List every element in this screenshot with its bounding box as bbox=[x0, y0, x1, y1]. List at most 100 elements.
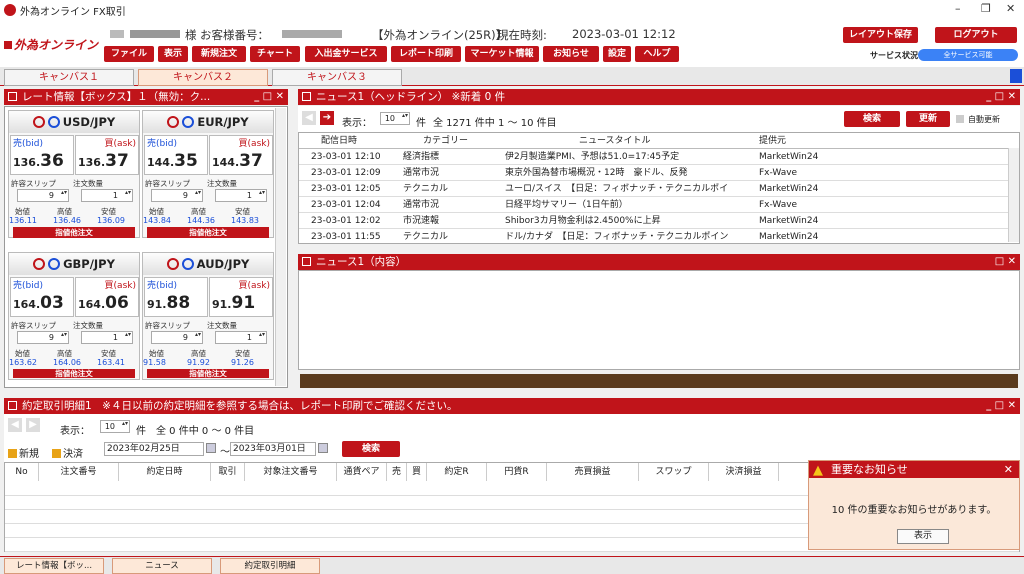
qty-stepper[interactable]: 1 bbox=[215, 331, 267, 344]
ask-button[interactable]: 買(ask) 91.91 bbox=[209, 277, 273, 317]
trade-column-header[interactable]: 売買損益 bbox=[547, 463, 639, 481]
menu-new-order[interactable]: 新規注文 bbox=[192, 46, 246, 62]
slip-stepper[interactable]: 9 bbox=[17, 189, 69, 202]
news-refresh-button[interactable]: 更新 bbox=[906, 111, 950, 127]
notice-title: 重要なお知らせ bbox=[831, 463, 908, 476]
ask-button[interactable]: 買(ask) 164.06 bbox=[75, 277, 139, 317]
news-column-header[interactable]: 提供元 bbox=[759, 133, 786, 149]
close-button[interactable]: ✕ bbox=[1006, 2, 1015, 15]
trade-column-header[interactable]: 取引 bbox=[211, 463, 245, 481]
news-row[interactable]: 23-03-01 12:02 市況速報 Shibor3カ月物金利は2.4500%に上… bbox=[299, 213, 1009, 229]
low-value: 136.09 bbox=[97, 216, 125, 225]
news-scrollbar[interactable] bbox=[1008, 148, 1019, 242]
tab-canvas-2[interactable]: キャンバス２ bbox=[138, 69, 268, 86]
news-row[interactable]: 23-03-01 11:55 テクニカル ドル/カナダ 【日足：フィボナッチ・テクニ… bbox=[299, 229, 1009, 243]
menu-market-info[interactable]: マーケット情報 bbox=[465, 46, 539, 62]
limit-order-button[interactable]: 指値他注文 bbox=[147, 227, 269, 238]
minimize-button[interactable]: – bbox=[955, 2, 961, 15]
calendar-icon[interactable] bbox=[206, 443, 216, 453]
date-to-input[interactable]: 2023年03月01日 bbox=[230, 442, 316, 456]
customer-label: お客様番号： bbox=[200, 28, 269, 42]
date-from-input[interactable]: 2023年02月25日 bbox=[104, 442, 204, 456]
ask-button[interactable]: 買(ask) 144.37 bbox=[209, 135, 273, 175]
masked-customer-id bbox=[282, 30, 342, 38]
qty-label: 注文数量 bbox=[73, 321, 103, 330]
menu-chart[interactable]: チャート bbox=[250, 46, 300, 62]
limit-order-button[interactable]: 指値他注文 bbox=[13, 369, 135, 378]
trade-search-button[interactable]: 検索 bbox=[342, 441, 400, 457]
news-cell: MarketWin24 bbox=[759, 216, 819, 226]
next-page-icon[interactable]: ➔ bbox=[320, 111, 334, 125]
layout-save-button[interactable]: レイアウト保存 bbox=[843, 27, 918, 43]
rate-panel-controls[interactable]: _ □ ✕ bbox=[254, 89, 284, 105]
qty-stepper[interactable]: 1 bbox=[215, 189, 267, 202]
calendar-icon[interactable] bbox=[318, 443, 328, 453]
bottom-tab-trades[interactable]: 約定取引明細 bbox=[220, 558, 320, 574]
tab-canvas-1[interactable]: キャンバス１ bbox=[4, 69, 134, 86]
news-row[interactable]: 23-03-01 12:10 経済指標 伊2月製造業PMI、予想は51.0=17:4… bbox=[299, 149, 1009, 165]
news-count-stepper[interactable]: 10 bbox=[380, 112, 410, 125]
menu-help[interactable]: ヘルプ bbox=[635, 46, 679, 62]
notice-show-button[interactable]: 表示 bbox=[897, 529, 949, 544]
bid-button[interactable]: 売(bid) 136.36 bbox=[10, 135, 74, 175]
trade-next-icon[interactable]: ▶ bbox=[26, 418, 40, 432]
ask-button[interactable]: 買(ask) 136.37 bbox=[75, 135, 139, 175]
trade-column-header[interactable]: 買 bbox=[407, 463, 427, 481]
trade-column-header[interactable]: 対象注文番号 bbox=[245, 463, 337, 481]
bottom-tab-news[interactable]: ニュース bbox=[112, 558, 212, 574]
trade-prev-icon[interactable]: ◀ bbox=[8, 418, 22, 432]
notice-close-icon[interactable]: ✕ bbox=[1004, 461, 1013, 478]
slip-stepper[interactable]: 9 bbox=[17, 331, 69, 344]
trade-column-header[interactable]: 売 bbox=[387, 463, 407, 481]
news-column-header[interactable]: カテゴリー bbox=[423, 133, 468, 149]
qty-stepper[interactable]: 1 bbox=[81, 331, 133, 344]
bid-price-prefix: 144. bbox=[147, 156, 175, 169]
trade-row bbox=[5, 551, 1019, 552]
trade-column-header[interactable]: 注文番号 bbox=[39, 463, 119, 481]
trade-column-header[interactable]: 約定日時 bbox=[119, 463, 211, 481]
menu-file[interactable]: ファイル bbox=[104, 46, 154, 62]
auto-refresh-checkbox[interactable] bbox=[956, 115, 964, 123]
trade-column-header[interactable]: 通貨ペア bbox=[337, 463, 387, 481]
qty-stepper[interactable]: 1 bbox=[81, 189, 133, 202]
trade-column-header[interactable]: 決済損益 bbox=[709, 463, 779, 481]
news-row[interactable]: 23-03-01 12:04 通常市況 日経平均サマリー（1日午前） Fx-Wave bbox=[299, 197, 1009, 213]
prev-page-icon[interactable]: ◀ bbox=[302, 111, 316, 125]
trade-column-header[interactable]: 約定R bbox=[427, 463, 487, 481]
trade-count-stepper[interactable]: 10 bbox=[100, 420, 130, 433]
logout-button[interactable]: ログアウト bbox=[935, 27, 1017, 43]
filter-settle[interactable]: 決済 bbox=[52, 445, 83, 460]
news-search-button[interactable]: 検索 bbox=[844, 111, 900, 127]
news-row[interactable]: 23-03-01 12:09 通常市況 東京外国為替市場概況・12時 豪ドル、反発 F… bbox=[299, 165, 1009, 181]
news-headline-controls[interactable]: _ □ ✕ bbox=[986, 89, 1016, 105]
bid-button[interactable]: 売(bid) 91.88 bbox=[144, 277, 208, 317]
menu-settings[interactable]: 設定 bbox=[603, 46, 631, 62]
menu-view[interactable]: 表示 bbox=[158, 46, 188, 62]
limit-order-button[interactable]: 指値他注文 bbox=[13, 227, 135, 238]
bid-button[interactable]: 売(bid) 144.35 bbox=[144, 135, 208, 175]
news-column-header[interactable]: 配信日時 bbox=[321, 133, 357, 149]
menu-report-print[interactable]: レポート印刷 bbox=[391, 46, 461, 62]
trade-column-header[interactable]: スワップ bbox=[639, 463, 709, 481]
maximize-button[interactable]: ❐ bbox=[981, 2, 991, 15]
slip-stepper[interactable]: 9 bbox=[151, 189, 203, 202]
menu-deposit[interactable]: 入出金サービス bbox=[305, 46, 387, 62]
slip-stepper[interactable]: 9 bbox=[151, 331, 203, 344]
bottom-tab-rate[interactable]: レート情報【ボッ... bbox=[4, 558, 104, 574]
news-cell: ユーロ/スイス 【日足：フィボナッチ・テクニカルポイ bbox=[505, 184, 729, 194]
trade-column-header[interactable]: 円貨R bbox=[487, 463, 547, 481]
news-column-header[interactable]: ニュースタイトル bbox=[579, 133, 651, 149]
menu-notices[interactable]: お知らせ bbox=[543, 46, 599, 62]
limit-order-button[interactable]: 指値他注文 bbox=[147, 369, 269, 378]
tab-canvas-3[interactable]: キャンバス３ bbox=[272, 69, 402, 86]
trade-panel-controls[interactable]: _ □ ✕ bbox=[986, 398, 1016, 414]
panel-toggle-icon[interactable] bbox=[1010, 69, 1022, 83]
news-cell: テクニカル bbox=[403, 232, 449, 242]
news-row[interactable]: 23-03-01 12:05 テクニカル ユーロ/スイス 【日足：フィボナッチ・テク… bbox=[299, 181, 1009, 197]
bid-button[interactable]: 売(bid) 164.03 bbox=[10, 277, 74, 317]
filter-new[interactable]: 新規 bbox=[8, 445, 39, 460]
trade-column-header[interactable]: No bbox=[5, 463, 39, 481]
news-content-controls[interactable]: □ ✕ bbox=[995, 254, 1016, 270]
rate-card: EUR/JPY 売(bid) 144.35 買(ask) 144.37 許容スリップ 注文数… bbox=[142, 110, 274, 238]
rate-panel-scrollbar[interactable] bbox=[275, 108, 286, 386]
